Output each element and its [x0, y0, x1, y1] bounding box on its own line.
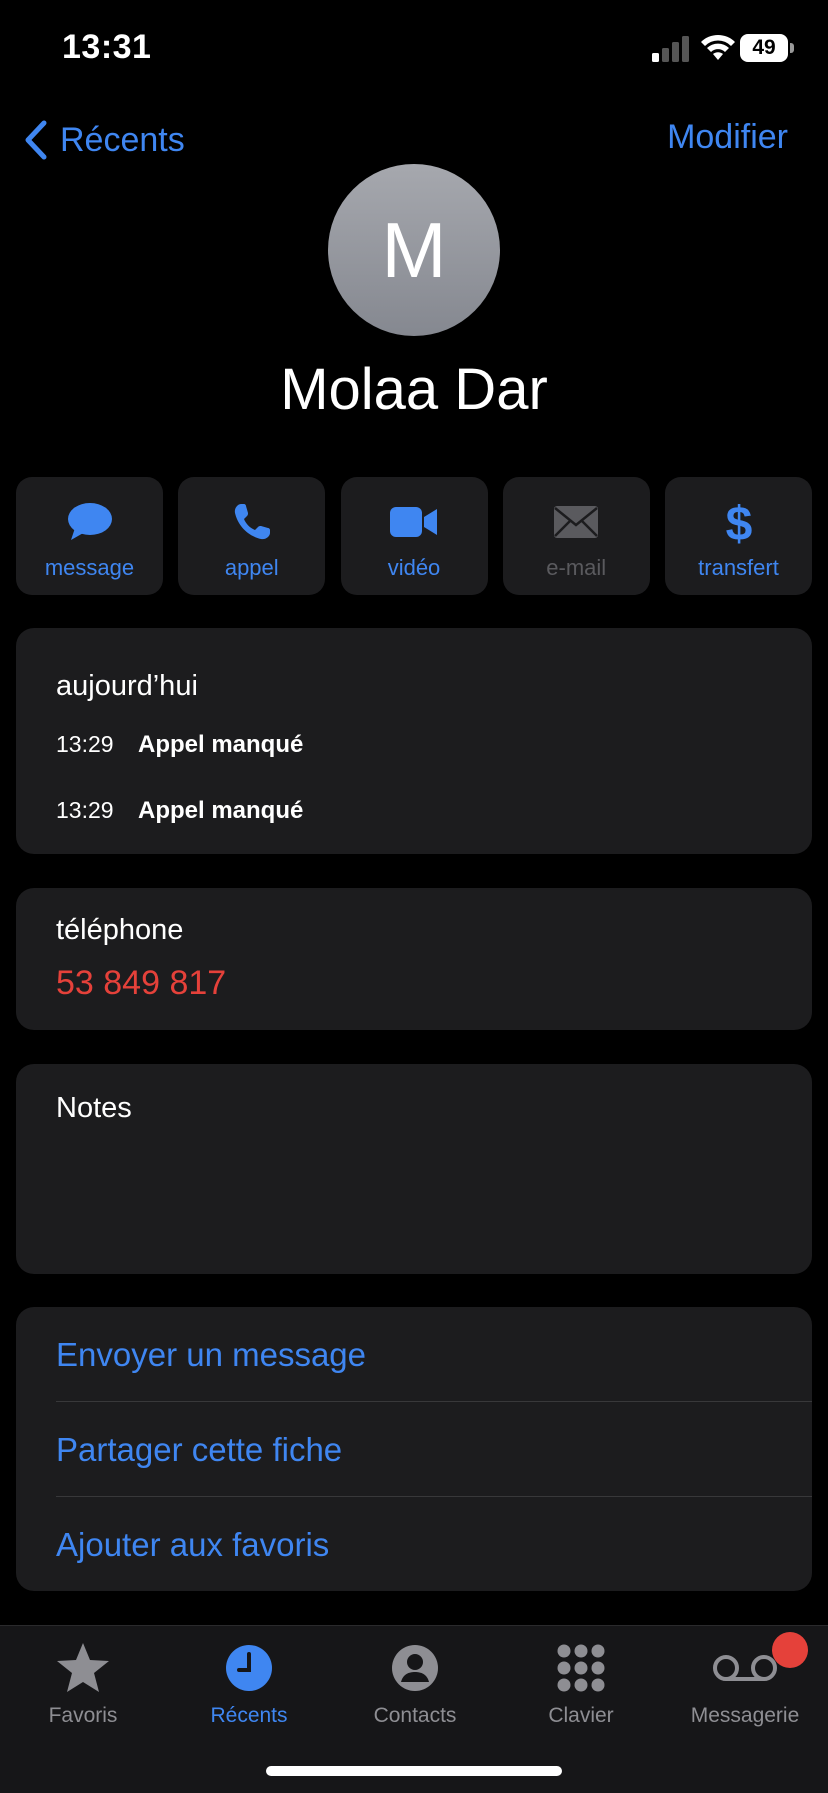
home-indicator[interactable] [266, 1766, 562, 1776]
email-action-button[interactable]: e-mail [502, 477, 650, 595]
keypad-icon [557, 1644, 605, 1692]
edit-button[interactable]: Modifier [667, 118, 788, 157]
voicemail-badge [772, 1632, 808, 1668]
message-action-label: message [44, 555, 135, 580]
chevron-left-icon [25, 120, 47, 160]
person-circle-icon [392, 1645, 438, 1691]
svg-text:$: $ [725, 498, 752, 546]
transfer-action-button[interactable]: $ transfert [665, 477, 812, 595]
voicemail-icon [713, 1655, 777, 1681]
tab-contacts[interactable]: Contacts [332, 1640, 498, 1728]
tab-label: Messagerie [690, 1704, 800, 1727]
video-action-button[interactable]: vidéo [340, 477, 488, 595]
cellular-signal-icon [652, 36, 689, 62]
battery-nub [790, 43, 794, 53]
envelope-icon [554, 506, 599, 538]
status-time: 13:31 [62, 28, 152, 66]
video-action-label: vidéo [387, 555, 441, 580]
message-action-button[interactable]: message [16, 477, 163, 595]
history-entry: 13:29 Appel manqué [56, 731, 303, 759]
tab-label: Favoris [48, 1704, 118, 1727]
history-status: Appel manqué [138, 797, 304, 824]
call-history-card: aujourd’hui 13:29 Appel manqué 13:29 App… [16, 628, 812, 854]
history-status: Appel manqué [138, 731, 304, 758]
tab-clavier[interactable]: Clavier [498, 1640, 664, 1728]
transfer-action-label: transfert [698, 555, 779, 580]
history-date-heading: aujourd’hui [56, 670, 198, 702]
email-action-label: e-mail [546, 555, 607, 580]
wifi-icon [701, 34, 735, 60]
battery-indicator: 49 [740, 34, 788, 62]
add-to-favorites-link[interactable]: Ajouter aux favoris [56, 1497, 812, 1592]
tab-favoris[interactable]: Favoris [0, 1640, 166, 1728]
call-action-label: appel [224, 555, 279, 580]
phone-card[interactable]: téléphone 53 849 817 [16, 888, 812, 1030]
dollar-icon: $ [725, 498, 752, 546]
star-icon [57, 1643, 109, 1692]
share-contact-link[interactable]: Partager cette fiche [56, 1402, 812, 1497]
call-action-button[interactable]: appel [178, 477, 326, 595]
contact-name: Molaa Dar [280, 357, 548, 422]
actions-list-card: Envoyer un message Partager cette fiche … [16, 1307, 812, 1591]
send-message-link[interactable]: Envoyer un message [56, 1307, 812, 1402]
history-time: 13:29 [56, 797, 114, 823]
tab-label: Clavier [548, 1704, 614, 1727]
avatar-initial: M [381, 205, 447, 294]
phone-label: téléphone [56, 914, 184, 946]
tab-label: Récents [210, 1704, 288, 1727]
back-label: Récents [60, 120, 185, 159]
clock-icon [226, 1645, 272, 1691]
notes-card[interactable]: Notes [16, 1064, 812, 1274]
history-time: 13:29 [56, 731, 114, 757]
phone-number[interactable]: 53 849 817 [56, 964, 226, 1003]
tab-label: Contacts [373, 1704, 457, 1727]
video-camera-icon [390, 507, 437, 537]
message-bubble-icon [67, 503, 112, 540]
history-entry: 13:29 Appel manqué [56, 797, 303, 825]
action-buttons: message appel vidéo e-mail $ transfert [16, 477, 812, 595]
notes-label: Notes [56, 1092, 132, 1124]
back-button[interactable]: Récents [24, 118, 185, 162]
tab-recents[interactable]: Récents [166, 1640, 332, 1728]
phone-icon [234, 504, 270, 540]
avatar: M [328, 164, 500, 336]
